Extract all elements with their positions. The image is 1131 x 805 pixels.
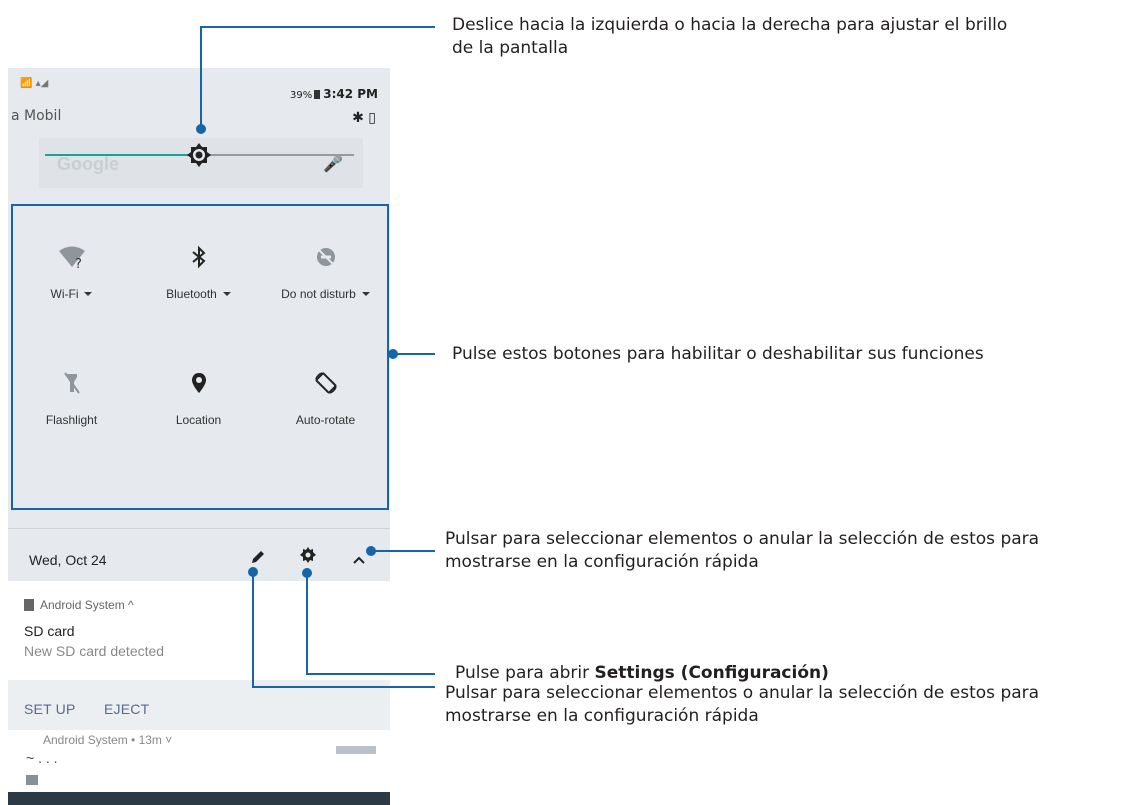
connector-brightness-h xyxy=(200,26,435,28)
status-right: 39% 3:42 PM xyxy=(290,87,378,101)
chevron-up-icon[interactable] xyxy=(353,551,365,569)
date-row: Wed, Oct 24 xyxy=(8,529,390,581)
connector-edit-v xyxy=(252,571,254,688)
mic-icon: 🎤 xyxy=(323,156,343,173)
brightness-slider-thumb[interactable] xyxy=(186,142,212,168)
clock: 3:42 PM xyxy=(323,87,378,101)
status-left-icons: 📶 ▴◢ xyxy=(20,78,49,89)
brightness-icon xyxy=(187,143,211,167)
notification2-title: ~ . . . xyxy=(26,750,58,766)
callout-edit: Pulsar para seleccionar elementos o anul… xyxy=(445,683,1040,726)
notification-title: SD card xyxy=(24,623,75,639)
connector-settings-v xyxy=(306,572,308,675)
wallpaper-strip xyxy=(8,792,390,805)
date-label: Wed, Oct 24 xyxy=(29,552,107,568)
connector-dot xyxy=(196,124,206,134)
battery-percent: 39% xyxy=(290,90,313,101)
screenshot-notification[interactable]: Android System • 13m ˅ ~ . . . xyxy=(8,730,390,792)
battery-icon xyxy=(314,90,321,99)
tiles-highlight-box xyxy=(11,204,389,510)
callout-brightness: Deslice hacia la izquierda o hacia la de… xyxy=(452,15,1008,58)
search-placeholder: Google xyxy=(57,154,119,174)
callout-settings-prefix: Pulse para abrir xyxy=(455,663,595,683)
sd-card-notification[interactable]: Android System ^ SD card New SD card det… xyxy=(8,581,390,686)
connector-expand-h xyxy=(371,550,435,552)
set-up-button[interactable]: SET UP xyxy=(24,701,76,717)
eject-button[interactable]: EJECT xyxy=(104,701,149,717)
image-icon xyxy=(26,775,38,785)
callout-settings-bold: Settings (Configuración) xyxy=(594,663,829,683)
callout-tiles: Pulse estos botones para habilitar o des… xyxy=(452,344,984,364)
screenshot-thumbnail xyxy=(336,746,376,754)
connector-edit-h xyxy=(252,686,435,688)
carrier-name: a Mobil xyxy=(11,108,62,124)
sd-card-icon xyxy=(24,599,34,611)
connector-settings-h xyxy=(306,673,435,675)
connector-tiles-h xyxy=(393,353,435,355)
brightness-slider-fill xyxy=(45,154,200,156)
settings-gear-icon[interactable] xyxy=(300,547,316,568)
notification2-app: Android System • 13m ˅ xyxy=(43,733,173,747)
notification-app: Android System ^ xyxy=(40,598,134,612)
connector-brightness-v xyxy=(200,26,202,130)
callout-expand: Pulsar para seleccionar elementos o anul… xyxy=(445,529,1040,572)
bluetooth-vibrate-icons: ✱ ▯ xyxy=(352,110,376,126)
notification-subtitle: New SD card detected xyxy=(24,643,165,659)
